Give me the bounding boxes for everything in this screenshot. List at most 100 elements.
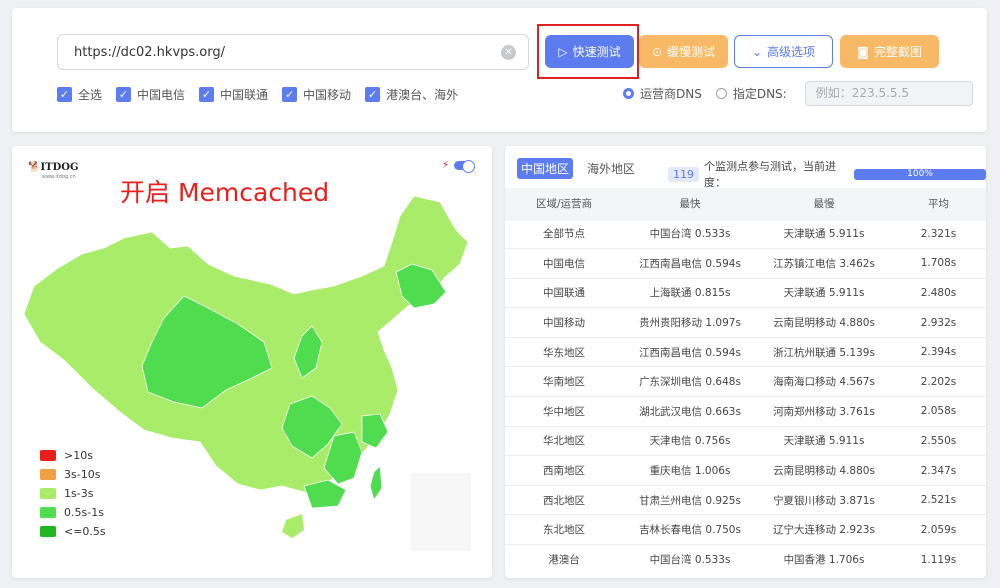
table-row: 西南地区 重庆电信 1.006s 云南昆明移动 4.880s 2.347s [505, 455, 986, 486]
advanced-options-label: 高级选项 [767, 45, 816, 59]
camera-icon: ◙ [857, 44, 869, 59]
cell-region: 中国移动 [505, 307, 623, 338]
cell-region: 中国电信 [505, 248, 623, 279]
screenshot-button[interactable]: ◙ 完整截图 [840, 35, 939, 68]
results-table: 区域/运营商 最快 最慢 平均 全部节点 中国台湾 0.533s 天津联通 5.91… [505, 188, 986, 575]
cell-slowest: 天津联通 5.911s [757, 218, 891, 249]
legend-label: 0.5s-1s [64, 506, 104, 519]
cell-fastest: 重庆电信 1.006s [623, 455, 757, 486]
custom-dns-input[interactable]: 例如：223.5.5.5 [804, 81, 973, 106]
radio-custom-label: 指定DNS: [732, 87, 787, 101]
tab-china[interactable]: 中国地区 [517, 158, 574, 179]
progress-status: 119 个监测点参与测试，当前进度： 100% [668, 158, 986, 190]
slow-test-button[interactable]: ⊙ 缓慢测试 [639, 35, 728, 68]
checkbox-all[interactable]: ✓ 全选 [57, 86, 102, 103]
checkbox-label: 中国移动 [303, 88, 352, 102]
radio-selected-icon [623, 88, 634, 99]
isp-checkbox-group: ✓ 全选 ✓ 中国电信 ✓ 中国联通 ✓ 中国移动 ✓ 港澳台、海外 [57, 86, 472, 103]
cell-average: 2.550s [891, 425, 986, 456]
checkbox-mobile[interactable]: ✓ 中国移动 [282, 86, 351, 103]
table-row: 西北地区 甘肃兰州电信 0.925s 宁夏银川移动 3.871s 2.521s [505, 484, 986, 515]
legend-swatch [40, 507, 56, 518]
cell-fastest: 吉林长春电信 0.750s [623, 514, 757, 545]
region-tabs: 中国地区 海外地区 [517, 158, 649, 179]
cell-slowest: 云南昆明移动 4.880s [757, 455, 891, 486]
legend-label: <=0.5s [64, 525, 106, 538]
cell-fastest: 广东深圳电信 0.648s [623, 366, 757, 397]
cell-average: 2.521s [891, 484, 986, 515]
cell-fastest: 中国台湾 0.533s [623, 544, 757, 575]
radio-custom-dns[interactable]: 指定DNS: [715, 85, 787, 102]
cell-region: 西南地区 [505, 455, 623, 486]
header-slowest: 最慢 [757, 188, 891, 219]
progress-text: 个监测点参与测试，当前进度： [704, 160, 836, 189]
progress-bar: 100% [854, 168, 986, 180]
table-row: 华南地区 广东深圳电信 0.648s 海南海口移动 4.567s 2.202s [505, 366, 986, 397]
header-average: 平均 [891, 188, 986, 219]
cell-average: 2.347s [891, 455, 986, 486]
table-row: 中国移动 贵州贵阳移动 1.097s 云南昆明移动 4.880s 2.932s [505, 307, 986, 338]
table-row: 中国联通 上海联通 0.815s 天津联通 5.911s 2.480s [505, 277, 986, 308]
cell-average: 2.202s [891, 366, 986, 397]
radio-isp-dns[interactable]: 运营商DNS [623, 85, 702, 102]
cell-fastest: 甘肃兰州电信 0.925s [623, 484, 757, 515]
cell-average: 1.119s [891, 544, 986, 575]
cell-fastest: 上海联通 0.815s [623, 277, 757, 308]
checkbox-label: 港澳台、海外 [386, 88, 459, 102]
cell-average: 2.058s [891, 396, 986, 427]
check-icon: ✓ [199, 87, 215, 102]
cell-region: 华南地区 [505, 366, 623, 397]
screenshot-label: 完整截图 [873, 45, 922, 59]
map-panel: 🐕ITDOG www.itdog.cn 开启 Memcached ⚡ >10s … [12, 146, 492, 578]
south-sea-inset [411, 473, 471, 551]
table-row: 华中地区 湖北武汉电信 0.663s 河南郑州移动 3.761s 2.058s [505, 396, 986, 427]
highlight-annotation-box [537, 24, 639, 79]
legend-item: >10s [40, 446, 106, 465]
table-header-row: 区域/运营商 最快 最慢 平均 [505, 188, 986, 219]
check-icon: ✓ [282, 87, 298, 102]
progress-value: 100% [907, 168, 933, 179]
tab-overseas[interactable]: 海外地区 [583, 158, 639, 179]
legend-item: 0.5s-1s [40, 503, 106, 522]
header-region: 区域/运营商 [505, 188, 623, 219]
table-row: 东北地区 吉林长春电信 0.750s 辽宁大连移动 2.923s 2.059s [505, 514, 986, 545]
double-chevron-down-icon: ⌄ [751, 44, 763, 59]
legend-swatch [40, 450, 56, 461]
advanced-options-button[interactable]: ⌄ 高级选项 [734, 35, 833, 68]
checkbox-label: 中国联通 [220, 88, 269, 102]
cell-slowest: 浙江杭州联通 5.139s [757, 336, 891, 367]
cell-slowest: 天津联通 5.911s [757, 425, 891, 456]
test-config-panel: https://dc02.hkvps.org/ ✕ ▷ 快速测试 ⊙ 缓慢测试 … [12, 8, 987, 132]
checkbox-label: 中国电信 [137, 88, 186, 102]
cell-slowest: 海南海口移动 4.567s [757, 366, 891, 397]
check-icon: ✓ [116, 87, 132, 102]
map-legend: >10s 3s-10s 1s-3s 0.5s-1s <=0.5s [40, 446, 106, 541]
node-count-badge: 119 [668, 166, 699, 182]
cell-fastest: 中国台湾 0.533s [623, 218, 757, 249]
legend-item: <=0.5s [40, 522, 106, 541]
legend-label: 1s-3s [64, 487, 94, 500]
table-row: 华北地区 天津电信 0.756s 天津联通 5.911s 2.550s [505, 425, 986, 456]
checkbox-overseas[interactable]: ✓ 港澳台、海外 [365, 86, 458, 103]
cell-region: 港澳台 [505, 544, 623, 575]
checkbox-telecom[interactable]: ✓ 中国电信 [116, 86, 185, 103]
cell-slowest: 天津联通 5.911s [757, 277, 891, 308]
checkbox-unicom[interactable]: ✓ 中国联通 [199, 86, 268, 103]
cell-fastest: 天津电信 0.756s [623, 425, 757, 456]
legend-label: 3s-10s [64, 468, 101, 481]
radio-isp-label: 运营商DNS [640, 87, 702, 101]
cell-fastest: 江西南昌电信 0.594s [623, 336, 757, 367]
dns-selector: 运营商DNS 指定DNS: 例如：223.5.5.5 [623, 81, 973, 106]
checkbox-label: 全选 [78, 88, 103, 102]
url-input-value: https://dc02.hkvps.org/ [74, 45, 225, 60]
cell-region: 全部节点 [505, 218, 623, 249]
legend-swatch [40, 526, 56, 537]
url-input[interactable]: https://dc02.hkvps.org/ ✕ [57, 34, 529, 70]
cell-region: 西北地区 [505, 484, 623, 515]
close-circle-icon[interactable]: ✕ [501, 45, 516, 60]
cell-slowest: 云南昆明移动 4.880s [757, 307, 891, 338]
play-circle-icon: ⊙ [651, 44, 663, 59]
map-region-taiwan [369, 465, 383, 501]
cell-average: 2.932s [891, 307, 986, 338]
cell-average: 2.394s [891, 336, 986, 367]
